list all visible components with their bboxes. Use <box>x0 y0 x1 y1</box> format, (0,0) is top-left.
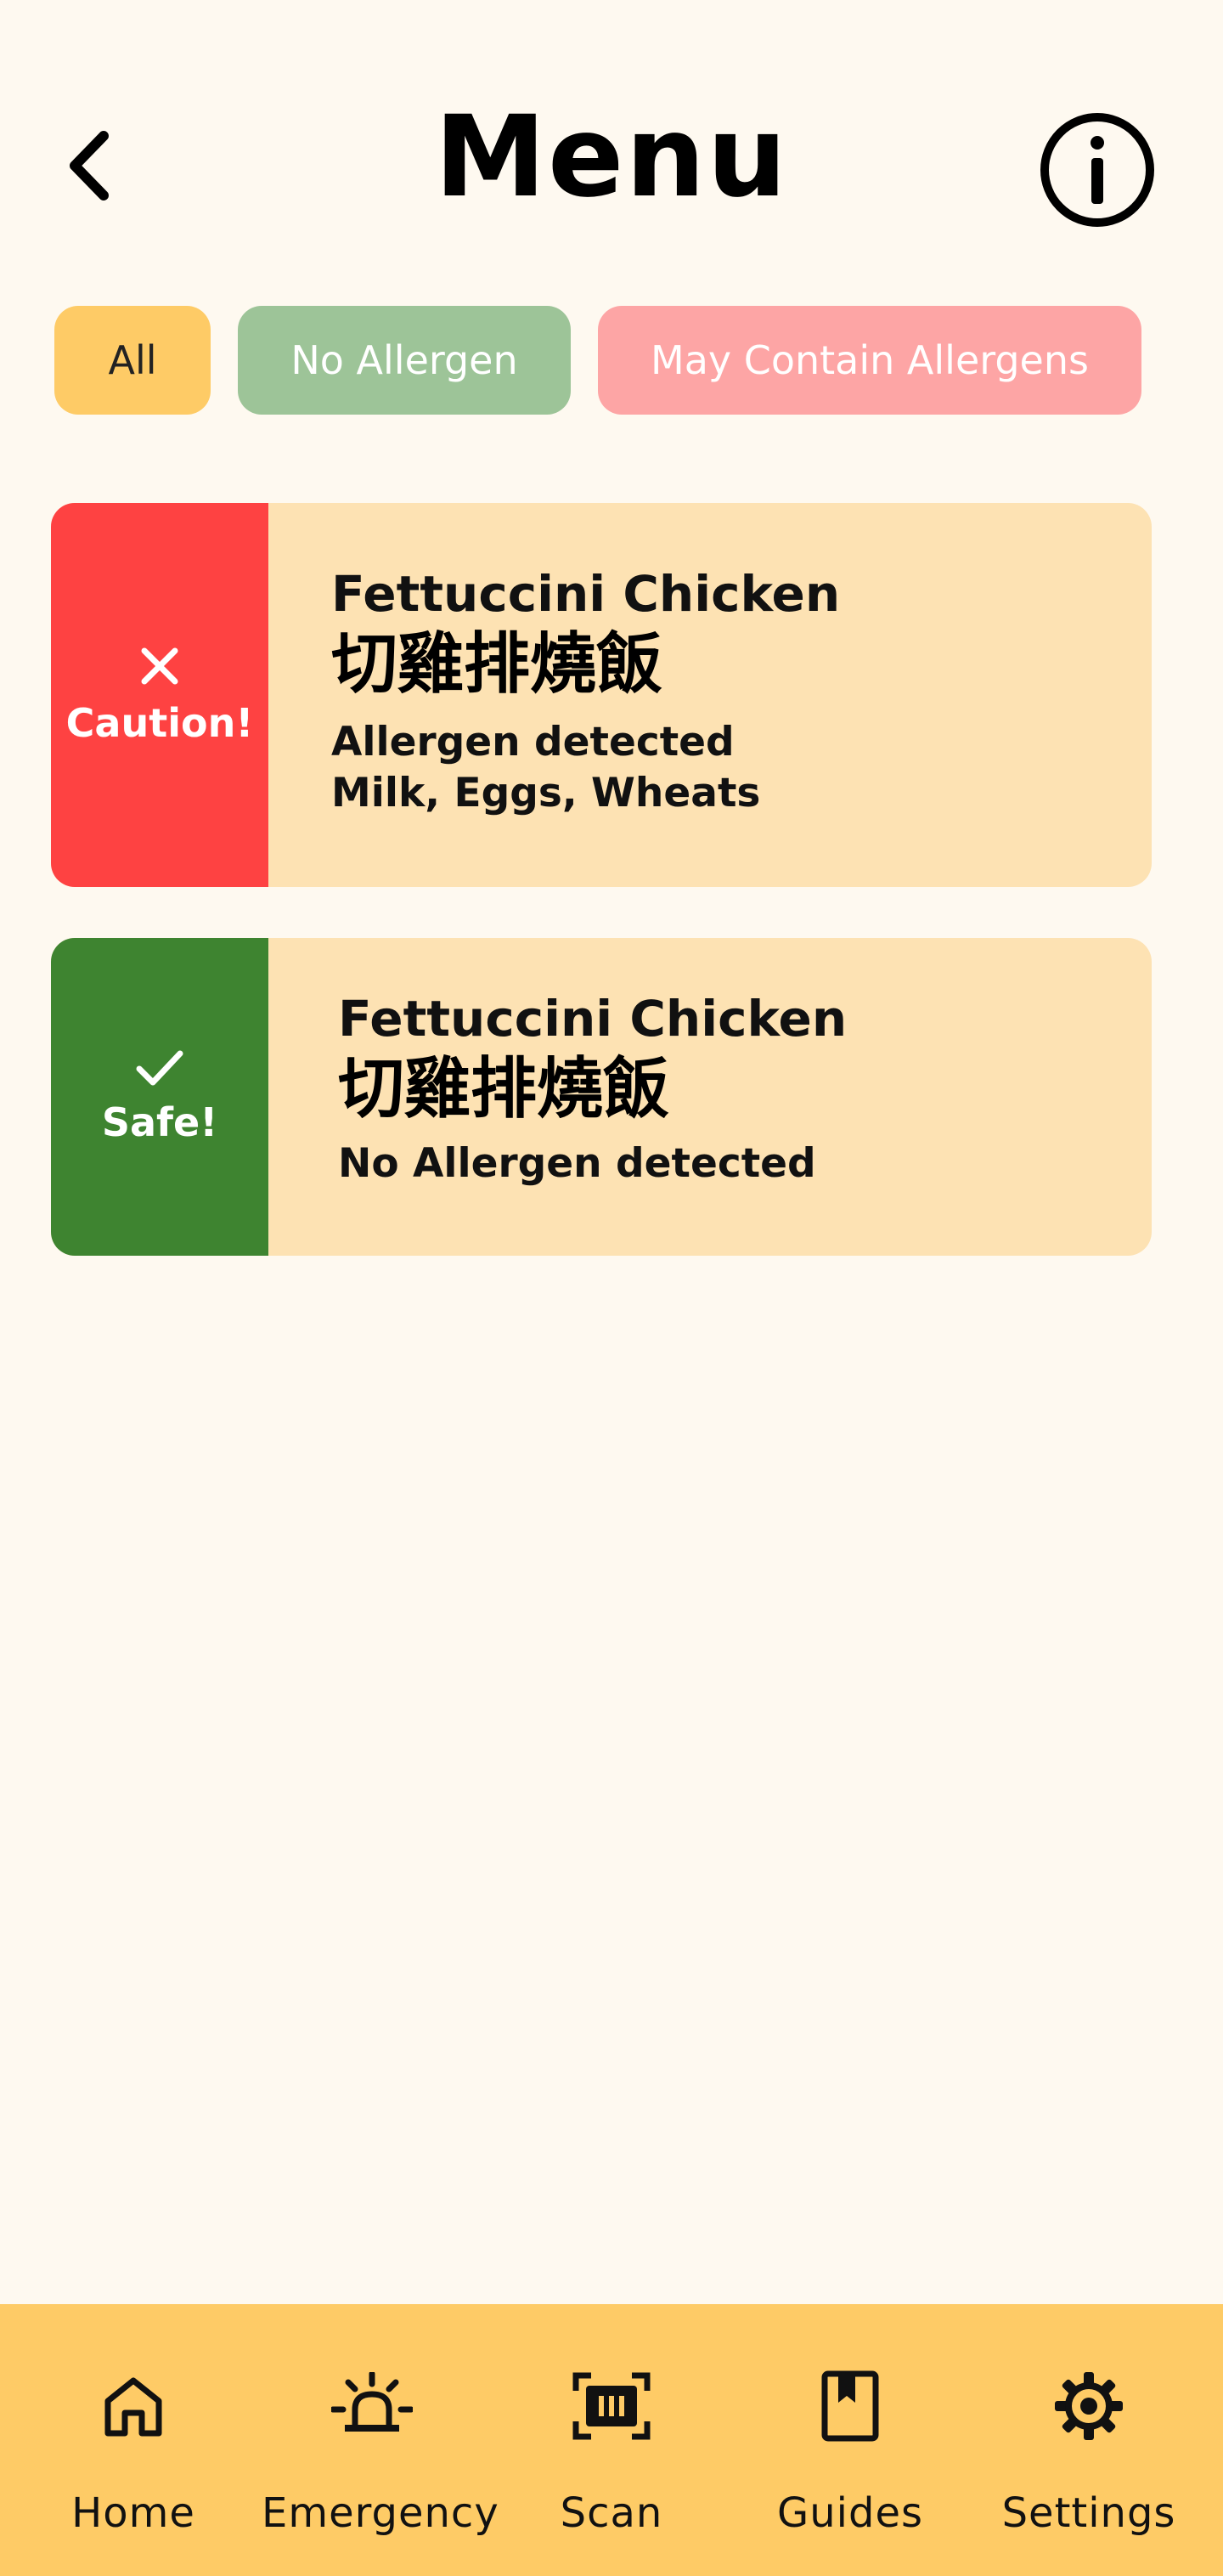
nav-emergency-label: Emergency <box>262 2489 499 2537</box>
allergen-status: Allergen detected <box>331 719 735 765</box>
filter-may-contain-chip[interactable]: May Contain Allergens <box>598 306 1141 415</box>
nav-home[interactable]: Home <box>23 2304 244 2576</box>
home-icon <box>91 2364 176 2449</box>
header: Menu <box>0 0 1223 272</box>
allergen-status: No Allergen detected <box>338 1140 816 1187</box>
nav-settings-label: Settings <box>1001 2489 1176 2537</box>
item-details: Fettuccini Chicken 切雞排燒飯 No Allergen det… <box>338 989 1126 1189</box>
bottom-navigation: Home Emergency Scan Guides Settings <box>0 2304 1223 2576</box>
nav-home-label: Home <box>71 2489 195 2537</box>
item-name-chinese: 切雞排燒飯 <box>331 626 663 703</box>
check-icon <box>136 1050 183 1086</box>
item-name: Fettuccini Chicken <box>338 990 848 1048</box>
item-name: Fettuccini Chicken <box>331 565 841 623</box>
allergen-list: Milk, Eggs, Wheats <box>331 770 761 816</box>
menu-item-card[interactable]: Caution! Fettuccini Chicken 切雞排燒飯 Allerg… <box>51 503 1152 887</box>
info-icon <box>1040 113 1154 227</box>
filter-no-allergen-chip[interactable]: No Allergen <box>238 306 571 415</box>
close-icon <box>141 647 178 685</box>
status-label: Caution! <box>65 700 254 746</box>
safe-badge: Safe! <box>51 938 268 1256</box>
menu-item-card[interactable]: Safe! Fettuccini Chicken 切雞排燒飯 No Allerg… <box>51 938 1152 1256</box>
siren-icon <box>330 2364 414 2449</box>
item-name-chinese: 切雞排燒飯 <box>338 1051 670 1127</box>
filter-all-chip[interactable]: All <box>54 306 211 415</box>
barcode-scan-icon <box>569 2364 654 2449</box>
status-label: Safe! <box>101 1099 218 1145</box>
gear-icon <box>1046 2364 1131 2449</box>
nav-scan-label: Scan <box>560 2489 663 2537</box>
item-details: Fettuccini Chicken 切雞排燒飯 Allergen detect… <box>331 564 1126 819</box>
filter-bar: All No Allergen May Contain Allergens <box>0 306 1223 415</box>
nav-scan[interactable]: Scan <box>501 2304 722 2576</box>
nav-emergency[interactable]: Emergency <box>262 2304 499 2576</box>
nav-settings[interactable]: Settings <box>978 2304 1199 2576</box>
nav-guides-label: Guides <box>777 2489 923 2537</box>
bookmark-book-icon <box>808 2364 893 2449</box>
nav-guides[interactable]: Guides <box>740 2304 961 2576</box>
caution-badge: Caution! <box>51 503 268 887</box>
info-button[interactable] <box>1038 110 1157 229</box>
